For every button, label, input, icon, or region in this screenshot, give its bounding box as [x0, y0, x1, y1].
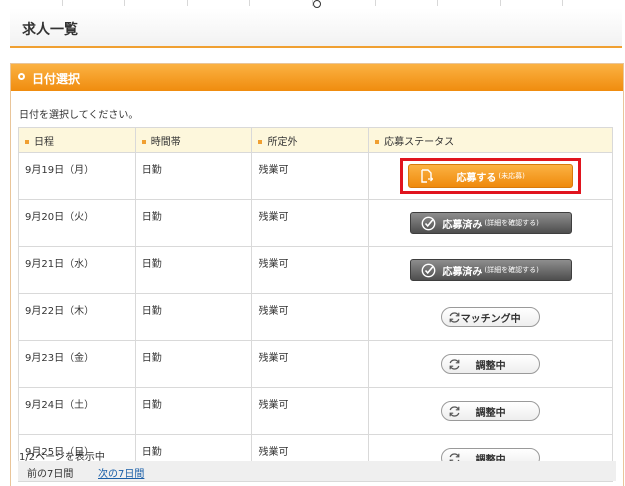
time-cell: 日勤	[134, 199, 253, 247]
ring-bullet-icon	[18, 73, 25, 80]
drag-handle[interactable]	[313, 0, 321, 8]
status-cell: 調整中	[368, 340, 613, 388]
status-cell: 応募済み (詳細を確認する)	[368, 199, 613, 247]
status-cell: 応募済み (詳細を確認する)	[368, 246, 613, 294]
panel-title: 日付選択	[32, 72, 81, 86]
table-row: 9月19日（月） 日勤 残業可 応募する (未応募)	[18, 152, 613, 200]
overtime-cell: 残業可	[251, 246, 370, 294]
button-label: 調整中	[475, 407, 506, 419]
column-header-date: 日程	[18, 127, 136, 153]
instruction-text: 日付を選択してください。	[19, 110, 139, 121]
time-cell: 日勤	[134, 387, 253, 435]
square-bullet-icon	[375, 139, 380, 144]
column-header-label: 所定外	[267, 136, 298, 148]
overtime-cell: 残業可	[251, 387, 370, 435]
refresh-icon	[449, 359, 460, 370]
table-row: 9月20日（火） 日勤 残業可 応募済み (詳細を確認する)	[18, 199, 613, 247]
status-pill-button[interactable]: 調整中	[441, 401, 541, 421]
document-arrow-icon	[421, 169, 434, 183]
column-header-label: 応募ステータス	[384, 136, 455, 148]
date-cell: 9月22日（木）	[18, 293, 136, 341]
date-selection-panel: 日付選択 日付を選択してください。 日程 時間帯 所定外 応募ステータス 9月1…	[10, 63, 624, 486]
time-cell: 日勤	[134, 293, 253, 341]
schedule-table: 日程 時間帯 所定外 応募ステータス 9月19日（月） 日勤 残業可 応募する (未応募…	[18, 127, 613, 482]
pager-bar: 前の7日間 次の7日間	[18, 461, 616, 481]
page-title: 求人一覧	[22, 22, 78, 38]
overtime-cell: 残業可	[251, 340, 370, 388]
table-row: 9月21日（水） 日勤 残業可 応募済み (詳細を確認する)	[18, 246, 613, 294]
column-header-status: 応募ステータス	[368, 127, 613, 153]
refresh-icon	[449, 406, 460, 417]
date-cell: 9月24日（土）	[18, 387, 136, 435]
overtime-cell: 残業可	[251, 293, 370, 341]
status-cell: 応募する (未応募)	[368, 152, 613, 200]
time-cell: 日勤	[134, 340, 253, 388]
button-sublabel: (詳細を確認する)	[484, 266, 539, 274]
button-label: 応募する	[456, 172, 497, 184]
check-circle-icon	[421, 263, 435, 278]
table-row: 9月23日（金） 日勤 残業可 調整中	[18, 340, 613, 388]
button-sublabel: (未応募)	[498, 172, 525, 180]
status-pill-button[interactable]: 調整中	[441, 354, 541, 374]
status-cell: 調整中	[368, 387, 613, 435]
highlight-frame: 応募する (未応募)	[400, 158, 582, 194]
prev-week-label: 前の7日間	[27, 469, 74, 480]
time-cell: 日勤	[134, 152, 253, 200]
button-label: マッチング中	[460, 313, 521, 325]
button-sublabel: (詳細を確認する)	[484, 219, 539, 227]
next-week-link[interactable]: 次の7日間	[98, 465, 144, 480]
panel-header: 日付選択	[11, 64, 623, 91]
date-cell: 9月19日（月）	[18, 152, 136, 200]
applied-details-button[interactable]: 応募済み (詳細を確認する)	[409, 212, 572, 234]
apply-button[interactable]: 応募する (未応募)	[408, 164, 574, 188]
column-header-overtime: 所定外	[251, 127, 370, 153]
date-cell: 9月20日（火）	[18, 199, 136, 247]
overtime-cell: 残業可	[251, 152, 370, 200]
time-cell: 日勤	[134, 246, 253, 294]
button-label: 応募済み	[442, 219, 483, 231]
column-header-time: 時間帯	[134, 127, 253, 153]
table-row: 9月24日（土） 日勤 残業可 調整中	[18, 387, 613, 435]
check-circle-icon	[421, 216, 435, 231]
table-header-row: 日程 時間帯 所定外 応募ステータス	[18, 127, 613, 153]
square-bullet-icon	[258, 139, 263, 144]
button-label: 応募済み	[442, 266, 483, 278]
status-pill-button[interactable]: マッチング中	[441, 307, 541, 327]
square-bullet-icon	[141, 139, 146, 144]
column-header-label: 時間帯	[150, 136, 181, 148]
table-row: 9月22日（木） 日勤 残業可 マッチング中	[18, 293, 613, 341]
button-label: 調整中	[475, 360, 506, 372]
date-cell: 9月23日（金）	[18, 340, 136, 388]
date-cell: 9月21日（水）	[18, 246, 136, 294]
status-cell: マッチング中	[368, 293, 613, 341]
applied-details-button[interactable]: 応募済み (詳細を確認する)	[409, 259, 572, 281]
refresh-icon	[449, 312, 460, 323]
page-title-bar: 求人一覧	[10, 8, 622, 48]
overtime-cell: 残業可	[251, 199, 370, 247]
square-bullet-icon	[25, 139, 29, 144]
column-header-label: 日程	[34, 136, 54, 148]
